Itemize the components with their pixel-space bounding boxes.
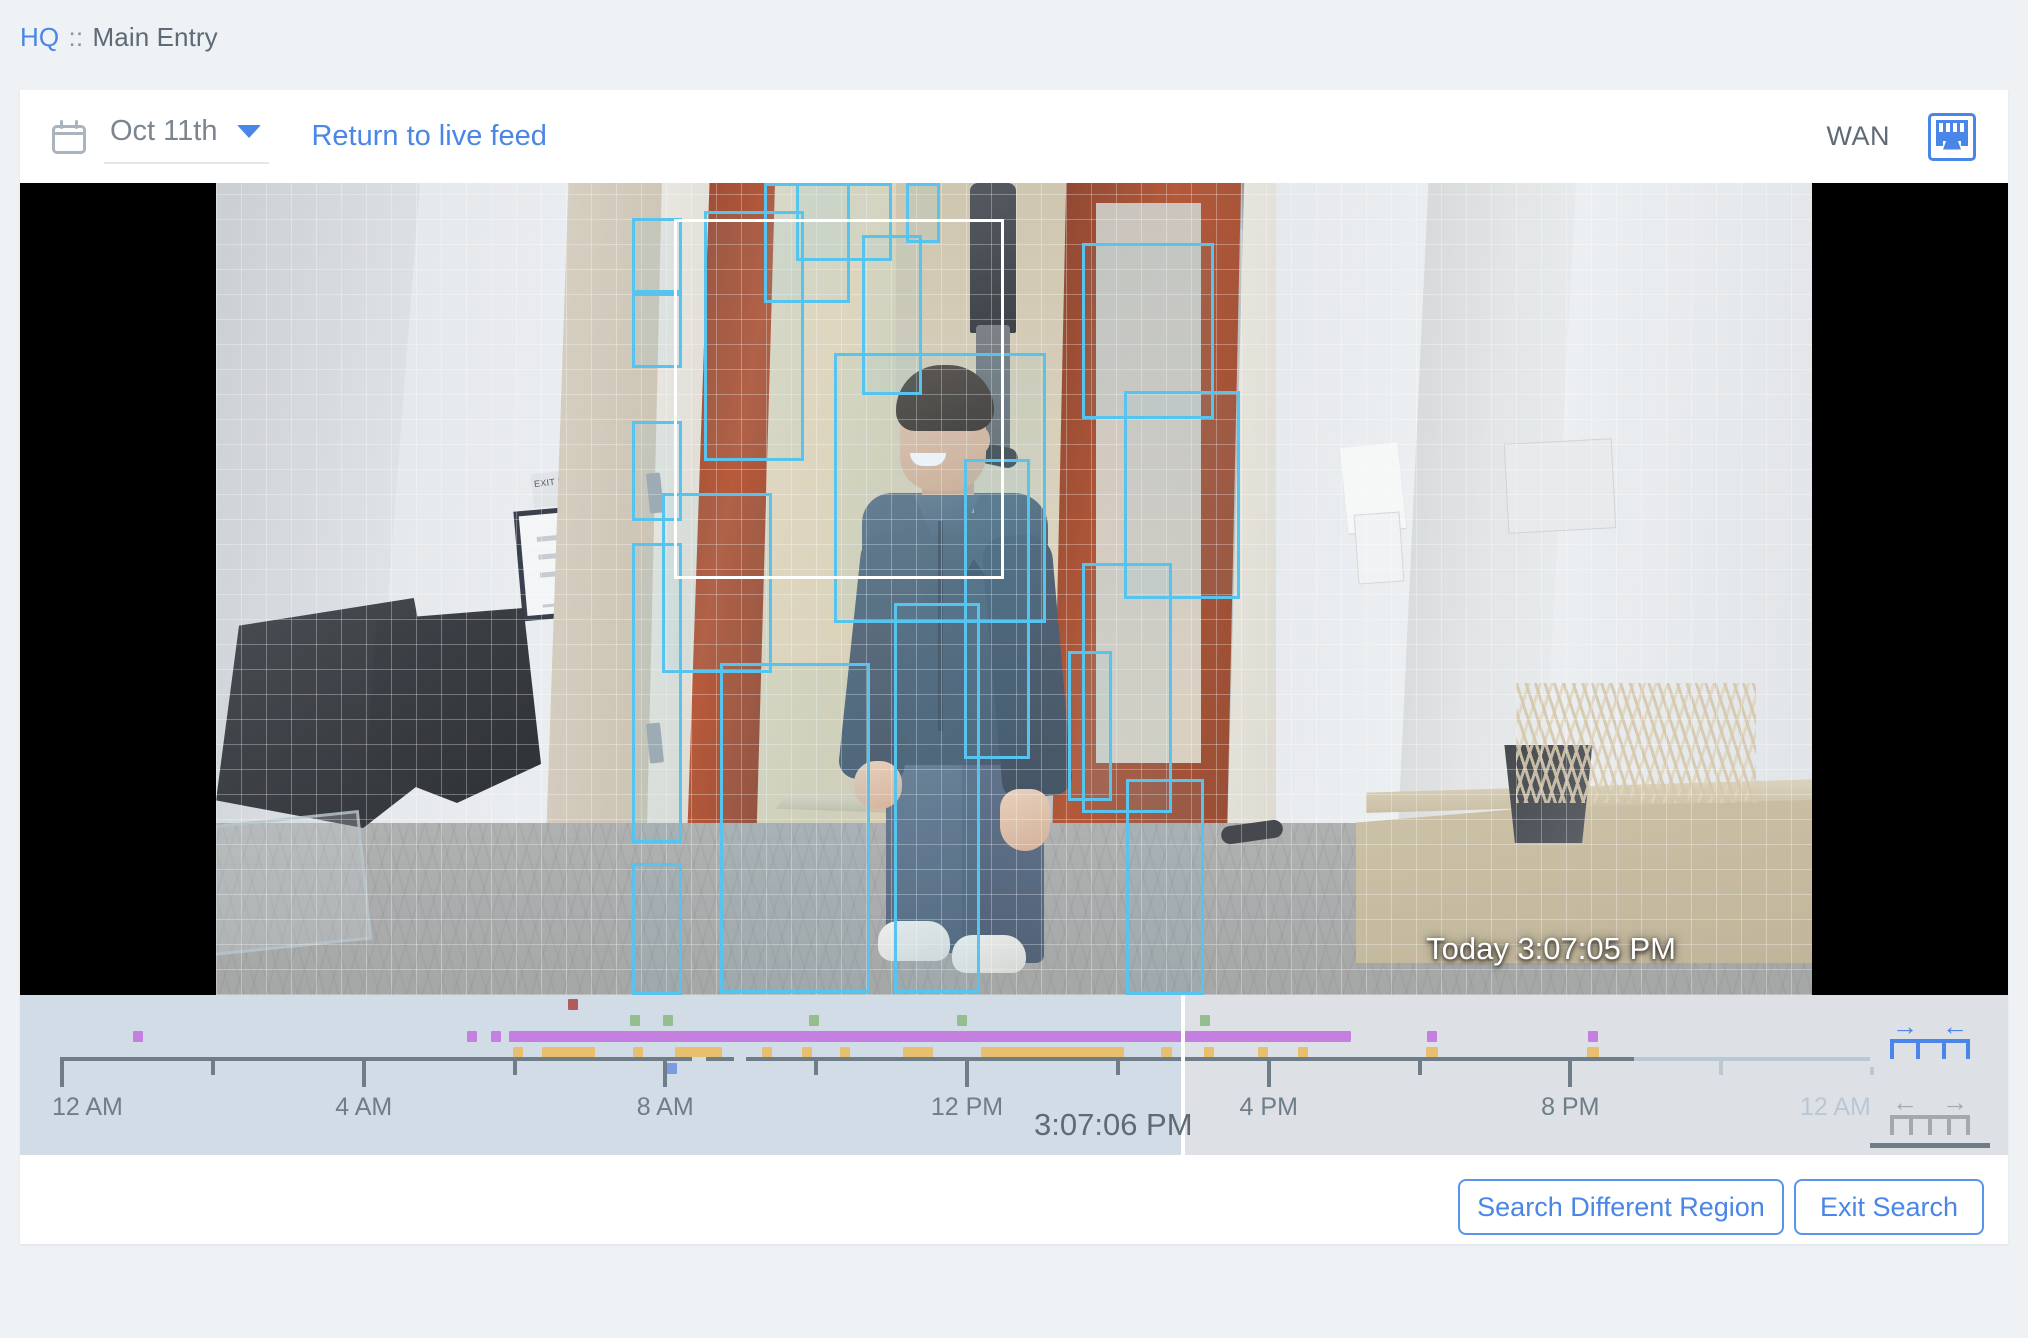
toolbar-right-group: WAN: [1827, 90, 1977, 183]
timeline-major-tick: [362, 1057, 366, 1087]
wan-status-label: WAN: [1827, 121, 1891, 152]
date-picker[interactable]: Oct 11th: [104, 109, 269, 164]
toolbar-left-group: Oct 11th Return to live feed: [52, 90, 547, 183]
timeline-event-alert[interactable]: [568, 999, 578, 1010]
date-picker-label: Oct 11th: [110, 115, 217, 148]
playback-timeline[interactable]: 12 AM 4 AM 8 AM 12 PM 4 PM 8 PM 12 AM 3:07:06 …: [20, 995, 2008, 1155]
breadcrumb-camera-name: Main Entry: [93, 22, 218, 52]
timeline-axis-label: 8 AM: [637, 1093, 694, 1122]
detected-person: [834, 365, 1074, 955]
timeline-event-motion[interactable]: [1588, 1031, 1598, 1042]
timeline-event-blue[interactable]: [666, 1063, 678, 1074]
breadcrumb-site-link[interactable]: HQ: [20, 22, 59, 52]
video-timestamp: Today 3:07:05 PM: [1426, 931, 1676, 967]
breadcrumb: HQ :: Main Entry: [20, 22, 218, 53]
chevron-down-icon: [237, 125, 261, 138]
timeline-axis-label: 12 AM: [52, 1093, 123, 1122]
timeline-major-tick: [1267, 1057, 1271, 1087]
video-frame: EXIT ROUTE: [216, 183, 1812, 995]
timeline-minor-tick: [513, 1057, 517, 1075]
timeline-minor-tick: [814, 1057, 818, 1075]
video-player[interactable]: EXIT ROUTE: [20, 183, 2008, 995]
playback-footer: Search Different Region Exit Search: [20, 1155, 2008, 1244]
search-different-region-button[interactable]: Search Different Region: [1458, 1179, 1784, 1235]
calendar-icon: [52, 120, 86, 154]
timeline-axis-label: 12 AM: [1800, 1093, 1871, 1122]
timeline-major-tick: [965, 1057, 969, 1087]
timeline-zoom-controls: →← ←→: [1870, 999, 1990, 1151]
timeline-event-green[interactable]: [1200, 1015, 1210, 1026]
timeline-event-green[interactable]: [630, 1015, 640, 1026]
timeline-axis-label: 8 PM: [1541, 1093, 1599, 1122]
breadcrumb-separator: ::: [67, 22, 86, 52]
timeline-event-green[interactable]: [663, 1015, 673, 1026]
timeline-major-tick: [663, 1057, 667, 1087]
playback-toolbar: Oct 11th Return to live feed WAN: [20, 90, 2008, 183]
zoom-in-timeline-icon[interactable]: →←: [1870, 999, 1990, 1067]
timeline-current-time: 3:07:06 PM: [1034, 1107, 1193, 1143]
timeline-minor-tick: [1116, 1057, 1120, 1075]
timeline-event-motion[interactable]: [133, 1031, 143, 1042]
timeline-minor-tick: [211, 1057, 215, 1075]
timeline-axis-label: 4 PM: [1240, 1093, 1298, 1122]
timeline-event-green[interactable]: [957, 1015, 967, 1026]
timeline-event-green[interactable]: [809, 1015, 819, 1026]
return-to-live-feed-link[interactable]: Return to live feed: [311, 120, 546, 153]
timeline-major-tick: [1568, 1057, 1572, 1087]
timeline-minor-tick: [1719, 1057, 1723, 1075]
exit-search-button[interactable]: Exit Search: [1794, 1179, 1984, 1235]
timeline-event-motion[interactable]: [467, 1031, 477, 1042]
timeline-minor-tick: [1418, 1057, 1422, 1075]
timeline-event-motion[interactable]: [1427, 1031, 1437, 1042]
ethernet-port-icon[interactable]: [1928, 113, 1976, 161]
timeline-past-region: [20, 995, 1183, 1155]
timeline-axis-label: 12 PM: [931, 1093, 1003, 1122]
timeline-axis-unrecorded: [1634, 1057, 1872, 1061]
timeline-axis-label: 4 AM: [335, 1093, 392, 1122]
timeline-event-motion[interactable]: [943, 1031, 1350, 1042]
timeline-event-motion[interactable]: [491, 1031, 501, 1042]
timeline-major-tick: [60, 1057, 64, 1087]
playback-card: Oct 11th Return to live feed WAN EXIT RO…: [20, 90, 2008, 1244]
zoom-out-timeline-icon[interactable]: ←→: [1870, 1075, 1990, 1143]
